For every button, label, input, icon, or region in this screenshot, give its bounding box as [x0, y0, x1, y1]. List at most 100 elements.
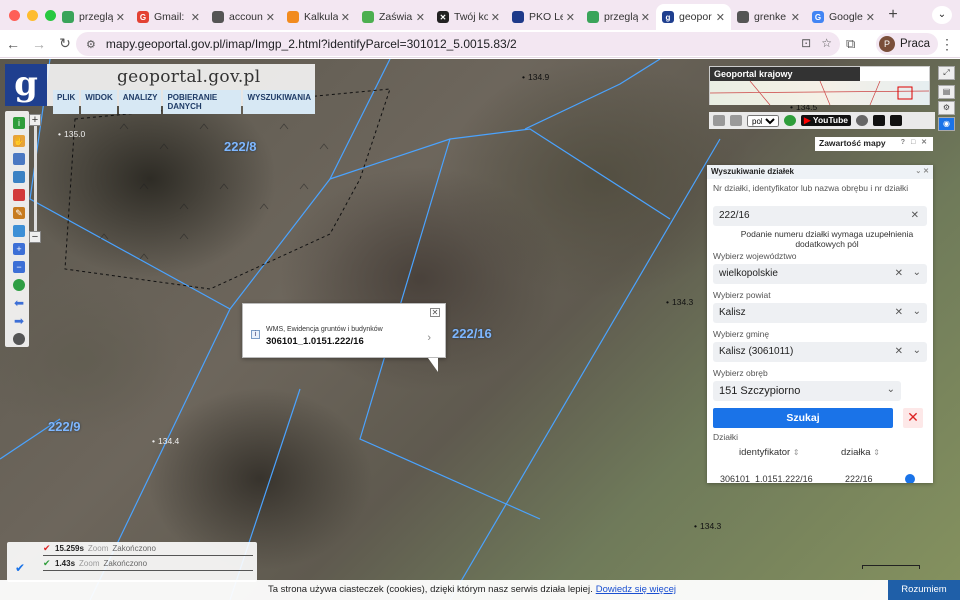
tab-close-icon[interactable]: ✕: [866, 11, 875, 24]
tab-close-icon[interactable]: ✕: [641, 11, 650, 24]
layers-toggle-icon[interactable]: ▤: [938, 85, 955, 99]
site-settings-icon[interactable]: ⚙: [86, 38, 96, 51]
tab-close-icon[interactable]: ✕: [416, 11, 425, 24]
cookie-more-link[interactable]: Dowiedz się więcej: [596, 584, 676, 595]
zoom-slider-minus[interactable]: −: [29, 231, 41, 243]
chevron-down-icon[interactable]: ⌄: [913, 345, 921, 356]
eye-contrast-icon[interactable]: [890, 115, 903, 126]
tab-close-icon[interactable]: ✕: [791, 11, 800, 24]
pencil-icon[interactable]: ✎: [13, 207, 25, 219]
globe-icon[interactable]: [13, 279, 25, 291]
browser-tab[interactable]: G Google ✕: [806, 4, 881, 30]
forward-button[interactable]: →: [26, 36, 52, 52]
tab-search-icon[interactable]: ⌄: [932, 6, 952, 24]
precinct-select[interactable]: 151 Szczypiorno ⌄: [713, 381, 901, 401]
contrast-icon[interactable]: [873, 115, 886, 126]
help-icon[interactable]: [784, 115, 796, 126]
eye-icon[interactable]: ◉: [938, 117, 955, 131]
extensions-icon[interactable]: ⧉: [846, 36, 855, 52]
bookmark-star-icon[interactable]: ☆: [821, 36, 832, 50]
overview-map[interactable]: Geoportal krajowy: [709, 66, 930, 106]
browser-menu-icon[interactable]: ⋮: [940, 36, 954, 53]
browser-tab[interactable]: przeglą ✕: [581, 4, 656, 30]
zoom-out-icon[interactable]: −: [13, 261, 25, 273]
browser-tab[interactable]: Kalkula ✕: [281, 4, 356, 30]
search-button[interactable]: Szukaj: [713, 408, 893, 428]
tab-close-icon[interactable]: ✕: [716, 11, 725, 24]
tab-close-icon[interactable]: ✕: [116, 11, 125, 24]
clear-voivodeship-icon[interactable]: ✕: [895, 268, 903, 279]
popup-close-icon[interactable]: ✕: [430, 308, 440, 317]
county-select[interactable]: Kalisz ✕ ⌄: [713, 303, 927, 323]
menu-item[interactable]: POBIERANIE DANYCH: [163, 90, 242, 114]
tab-close-icon[interactable]: ✕: [491, 11, 500, 24]
result-parcel[interactable]: 222/16: [845, 474, 873, 483]
parcel-label[interactable]: 222/16: [452, 326, 492, 341]
new-tab-button[interactable]: +: [881, 6, 905, 24]
minimize-window-button[interactable]: [27, 9, 38, 21]
profile-button[interactable]: P Praca: [876, 33, 939, 55]
youtube-link[interactable]: ▶ YouTube: [801, 115, 852, 126]
address-bar[interactable]: ⚙ mapy.geoportal.gov.pl/imap/Imgp_2.html…: [76, 32, 840, 56]
map-canvas[interactable]: 222/8 222/16 222/9 134.9 135.0 134.5 134…: [0, 59, 960, 600]
zoom-in-icon[interactable]: +: [13, 243, 25, 255]
arrow-left-icon[interactable]: ⬅: [13, 297, 25, 309]
col-parcel[interactable]: działka ⇕: [841, 447, 880, 458]
chevron-down-icon[interactable]: ⌄: [887, 384, 895, 395]
accessibility-icon[interactable]: [856, 115, 869, 126]
menu-item[interactable]: ANALIZY: [118, 90, 162, 114]
arrow-right-icon[interactable]: ➡: [13, 315, 25, 327]
clear-commune-icon[interactable]: ✕: [895, 346, 903, 357]
share-icon[interactable]: [713, 115, 725, 126]
col-identifier[interactable]: identyfikator ⇕: [739, 447, 800, 458]
close-window-button[interactable]: [9, 9, 20, 21]
result-locate-icon[interactable]: [905, 474, 915, 483]
cookie-accept-button[interactable]: Rozumiem: [888, 580, 960, 600]
tab-close-icon[interactable]: ✕: [191, 11, 200, 24]
panel-window-controls[interactable]: ⌄ ✕: [915, 167, 929, 175]
browser-tab[interactable]: account ✕: [206, 4, 281, 30]
clear-form-icon[interactable]: ✕: [903, 408, 923, 428]
browser-tab[interactable]: PKO Le ✕: [506, 4, 581, 30]
back-button[interactable]: ←: [0, 36, 26, 52]
zoom-slider-track[interactable]: [34, 126, 37, 234]
geoportal-logo[interactable]: g: [5, 64, 47, 106]
url-text[interactable]: mapy.geoportal.gov.pl/imap/Imgp_2.html?i…: [106, 37, 517, 51]
language-select[interactable]: pol: [747, 114, 779, 127]
clear-query-icon[interactable]: ✕: [911, 210, 919, 221]
popup-parcel-id[interactable]: 306101_1.0151.222/16: [266, 336, 364, 347]
export-icon[interactable]: [13, 171, 25, 183]
settings-wheel-icon[interactable]: [13, 333, 25, 345]
measure-icon[interactable]: [13, 225, 25, 237]
print-icon[interactable]: [13, 189, 25, 201]
menu-item[interactable]: WIDOK: [81, 90, 117, 114]
parcel-query-input[interactable]: 222/16 ✕: [713, 206, 927, 226]
chevron-down-icon[interactable]: ⌄: [913, 267, 921, 278]
browser-tab[interactable]: grenke ✕: [731, 4, 806, 30]
browser-tab[interactable]: Zaświa ✕: [356, 4, 431, 30]
print-icon[interactable]: [730, 115, 742, 126]
layers-header[interactable]: Zawartość mapy ? □ ✕: [815, 137, 933, 151]
clear-county-icon[interactable]: ✕: [895, 307, 903, 318]
fullscreen-icon[interactable]: ⤢: [938, 66, 955, 80]
maximize-window-button[interactable]: [45, 9, 56, 21]
reload-button[interactable]: ↻: [52, 35, 78, 52]
tab-close-icon[interactable]: ✕: [566, 11, 575, 24]
menu-item[interactable]: PLIK: [53, 90, 80, 114]
chevron-down-icon[interactable]: ⌄: [913, 306, 921, 317]
browser-tab[interactable]: g geopor ✕: [656, 4, 731, 30]
zoom-slider-plus[interactable]: +: [29, 114, 41, 126]
document-icon[interactable]: [13, 153, 25, 165]
parcel-label[interactable]: 222/8: [224, 139, 257, 154]
overview-map-image[interactable]: [709, 80, 930, 106]
browser-tab[interactable]: przeglą ✕: [56, 4, 131, 30]
layers-controls[interactable]: ? □ ✕: [901, 138, 929, 146]
tab-close-icon[interactable]: ✕: [266, 11, 275, 24]
parcel-label[interactable]: 222/9: [48, 419, 81, 434]
menu-item[interactable]: WYSZUKIWANIA: [243, 90, 315, 114]
browser-tab[interactable]: ✕ Twój ko ✕: [431, 4, 506, 30]
settings-icon[interactable]: ⚙: [938, 101, 955, 115]
result-identifier[interactable]: 306101_1.0151.222/16: [720, 474, 813, 483]
browser-tab[interactable]: G Gmail: …✕: [131, 4, 206, 30]
info-icon[interactable]: i: [13, 117, 25, 129]
